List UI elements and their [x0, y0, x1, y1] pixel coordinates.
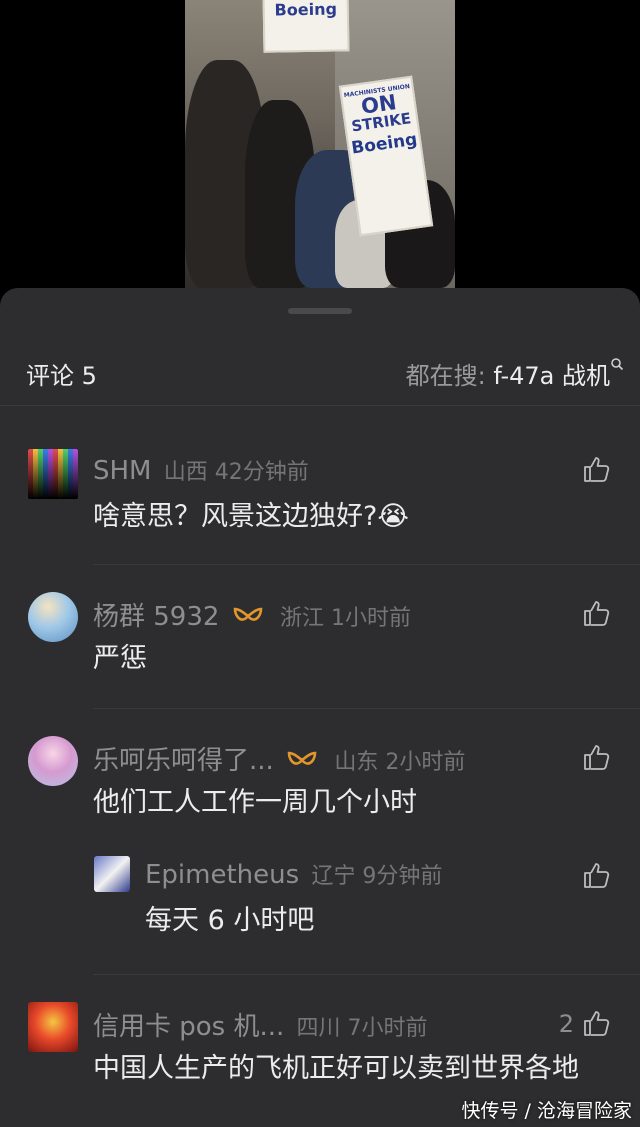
like-count: 2: [558, 1010, 574, 1038]
reply-text[interactable]: 每天 6 小时吧: [145, 898, 640, 944]
comment-region-time: 浙江 1小时前: [279, 606, 411, 631]
video-frame[interactable]: Boeing MACHINISTS UNION ON STRIKE Boeing: [185, 0, 455, 288]
comment-region-time: 山西 42分钟前: [163, 460, 309, 485]
video-player[interactable]: Boeing MACHINISTS UNION ON STRIKE Boeing: [0, 0, 640, 300]
reply-meta: Epimetheus 辽宁 9分钟前: [145, 858, 442, 890]
divider: [93, 974, 640, 975]
avatar[interactable]: [28, 736, 78, 786]
reply-author[interactable]: Epimetheus: [145, 860, 299, 890]
comment-count: 评论 5: [26, 362, 97, 390]
like-icon[interactable]: [582, 454, 612, 484]
divider: [93, 564, 640, 565]
comment-sheet: 评论 5 都在搜: f-47a 战机 SHM 山西 42分钟前 啥意思？风景这边…: [0, 288, 640, 1127]
sign-line-boeing: Boeing: [350, 129, 419, 159]
like-icon[interactable]: [582, 1008, 612, 1038]
comment-meta: 乐呵乐呵得了... 山东 2小时前: [93, 740, 465, 777]
sign-top-text: Boeing: [274, 0, 338, 20]
avatar[interactable]: [28, 1002, 78, 1052]
comment-author[interactable]: 杨群 5932: [93, 602, 219, 632]
protest-sign-top: Boeing: [262, 0, 350, 53]
avatar[interactable]: [28, 592, 78, 642]
like-icon[interactable]: [582, 742, 612, 772]
comment-text[interactable]: 啥意思？风景这边独好?😭: [93, 494, 613, 540]
comment-text[interactable]: 严惩: [93, 636, 613, 682]
trending-search[interactable]: 都在搜: f-47a 战机: [406, 356, 610, 391]
comment-meta: SHM 山西 42分钟前: [93, 454, 309, 486]
divider: [93, 708, 640, 709]
comment-author[interactable]: SHM: [93, 456, 152, 486]
comment-author[interactable]: 信用卡 pos 机...: [93, 1012, 284, 1042]
comment-header: 评论 5 都在搜: f-47a 战机: [0, 338, 640, 406]
avatar[interactable]: [28, 449, 78, 499]
search-icon[interactable]: [610, 357, 624, 371]
comment-text[interactable]: 中国人生产的飞机正好可以卖到世界各地: [93, 1046, 613, 1092]
vip-badge-icon: [287, 751, 317, 765]
comment-region-time: 山东 2小时前: [334, 750, 466, 775]
comment-text[interactable]: 他们工人工作一周几个小时: [93, 780, 613, 826]
like-icon[interactable]: [582, 860, 612, 890]
drag-handle[interactable]: [288, 308, 352, 314]
comment-meta: 杨群 5932 浙江 1小时前: [93, 596, 411, 633]
like-icon[interactable]: [582, 598, 612, 628]
comment-meta: 信用卡 pos 机... 四川 7小时前: [93, 1006, 428, 1043]
search-prefix: 都在搜:: [405, 362, 494, 390]
reply-region-time: 辽宁 9分钟前: [311, 864, 443, 889]
vip-badge-icon: [233, 607, 263, 621]
search-term[interactable]: f-47a 战机: [493, 362, 610, 390]
watermark: 快传号 / 沧海冒险家: [461, 1100, 632, 1122]
reply-avatar[interactable]: [94, 856, 130, 892]
comment-region-time: 四川 7小时前: [296, 1016, 428, 1041]
comment-author[interactable]: 乐呵乐呵得了...: [93, 746, 274, 776]
